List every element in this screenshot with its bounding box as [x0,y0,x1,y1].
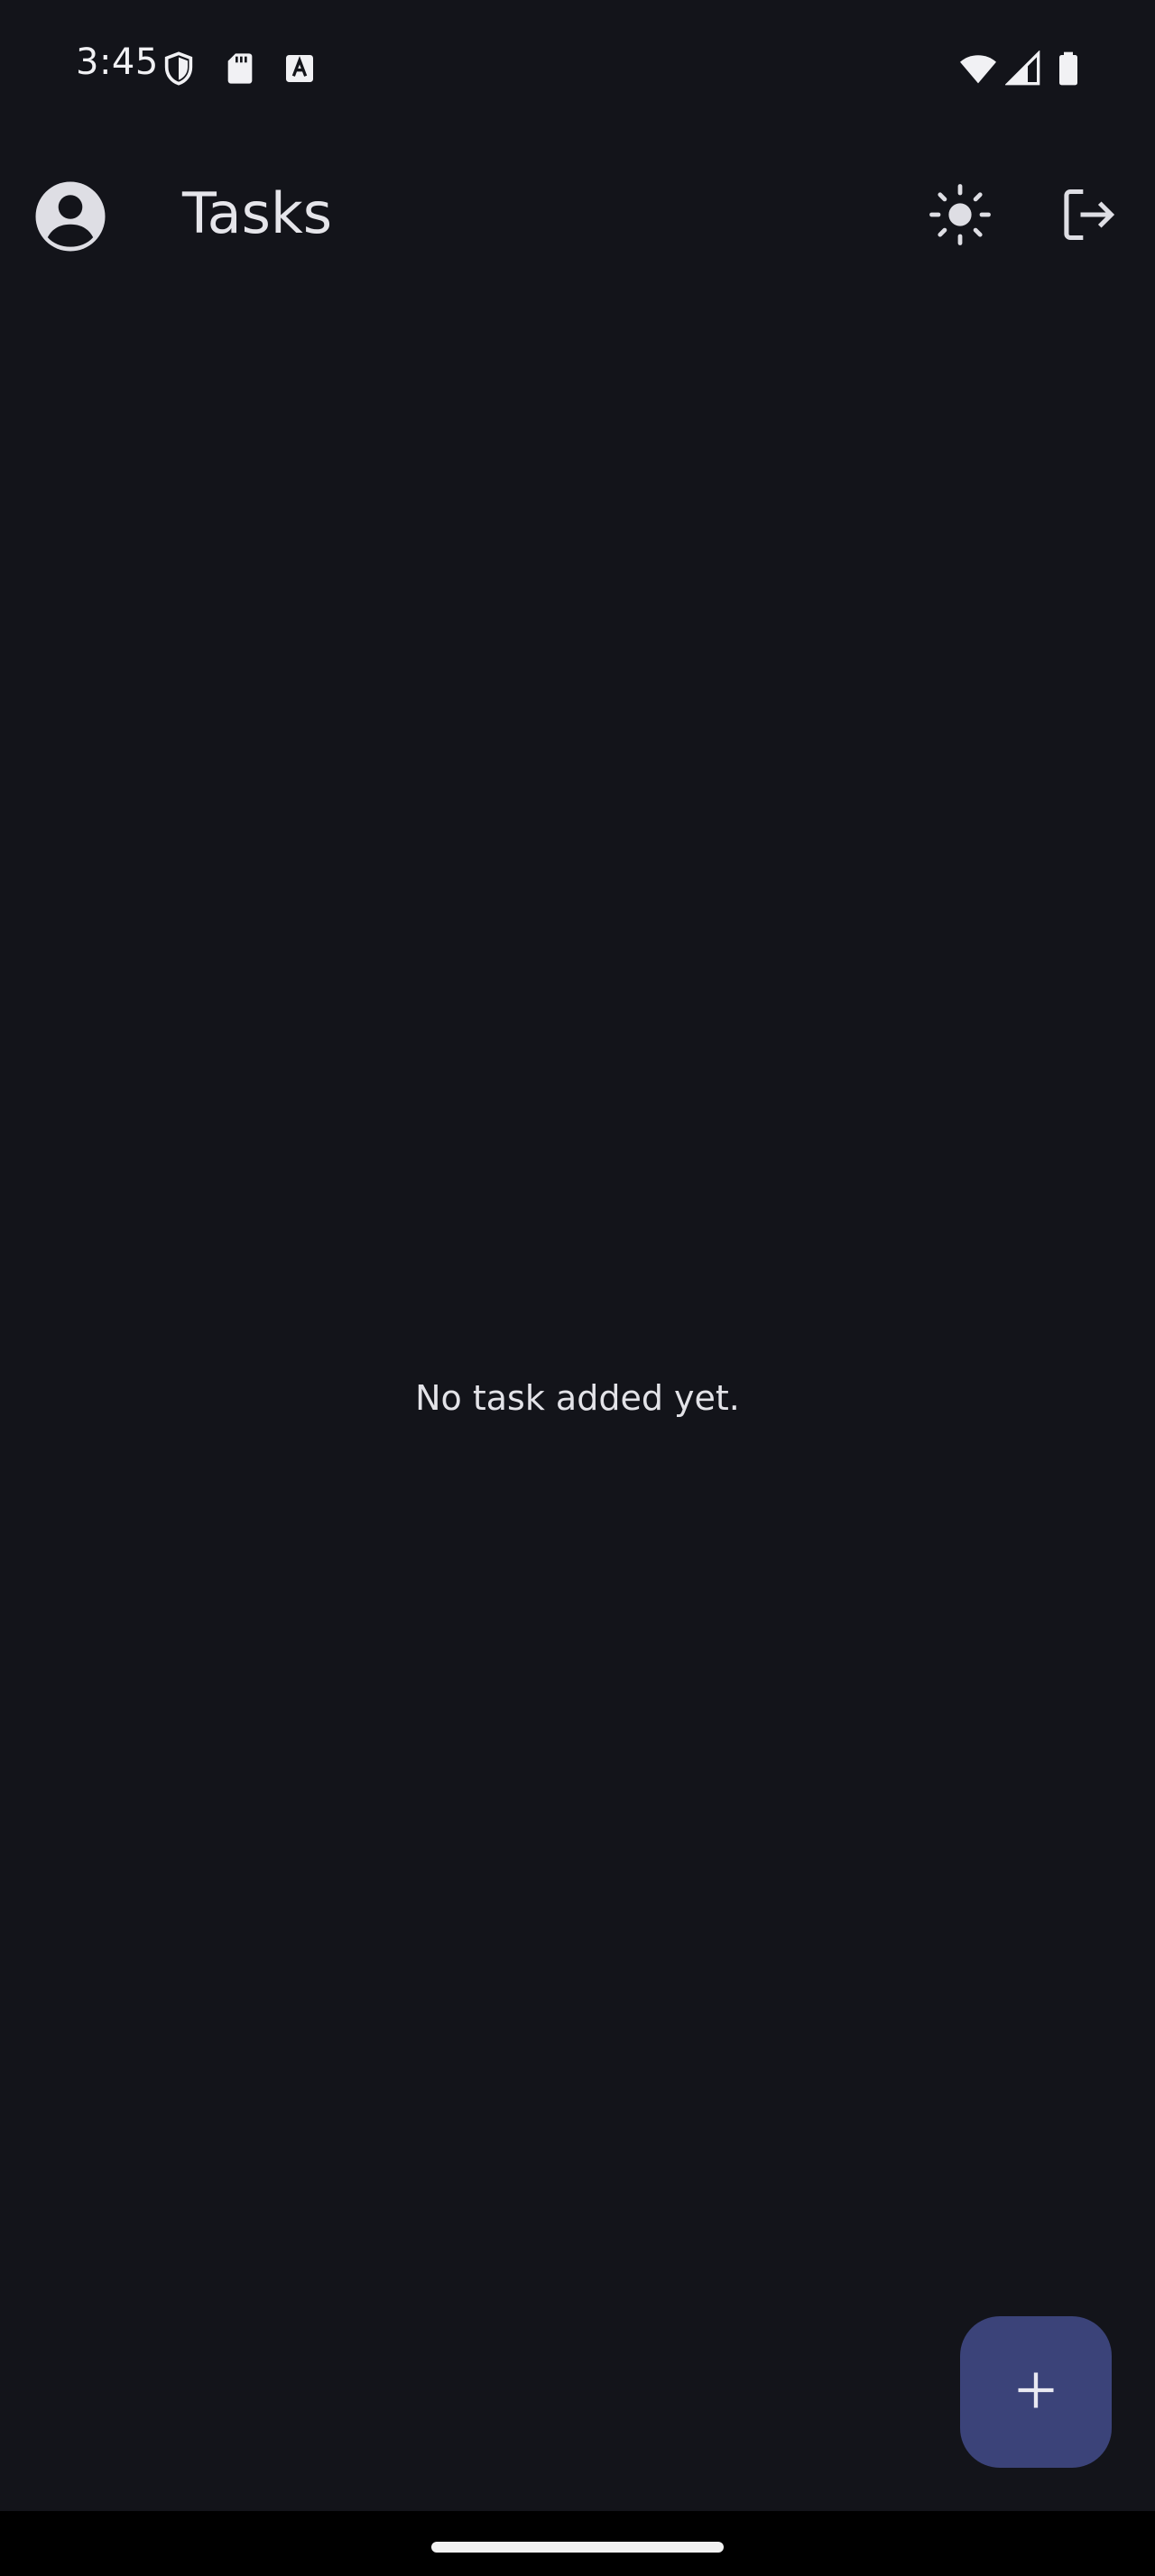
app-bar: Tasks [0,141,1155,292]
account-circle-icon[interactable] [32,179,108,254]
wifi-icon [958,51,996,87]
sd-card-icon [222,51,258,87]
logout-icon [1058,184,1119,249]
theme-toggle-button[interactable] [924,180,996,253]
cell-signal-icon [1004,50,1041,87]
shield-icon [161,51,197,87]
font-a-icon [282,51,318,87]
empty-state-message: No task added yet. [415,1378,740,1418]
screen: 3:45 Tasks No task added yet. [0,0,1155,2576]
brightness-icon [928,182,993,251]
page-title: Tasks [182,180,333,246]
logout-button[interactable] [1052,180,1124,253]
add-task-button[interactable] [960,2316,1112,2468]
plus-icon [1012,2367,1059,2417]
gesture-handle[interactable] [431,2542,724,2553]
battery-icon [1050,51,1086,87]
status-time: 3:45 [76,41,159,83]
status-bar: 3:45 [0,0,1155,141]
